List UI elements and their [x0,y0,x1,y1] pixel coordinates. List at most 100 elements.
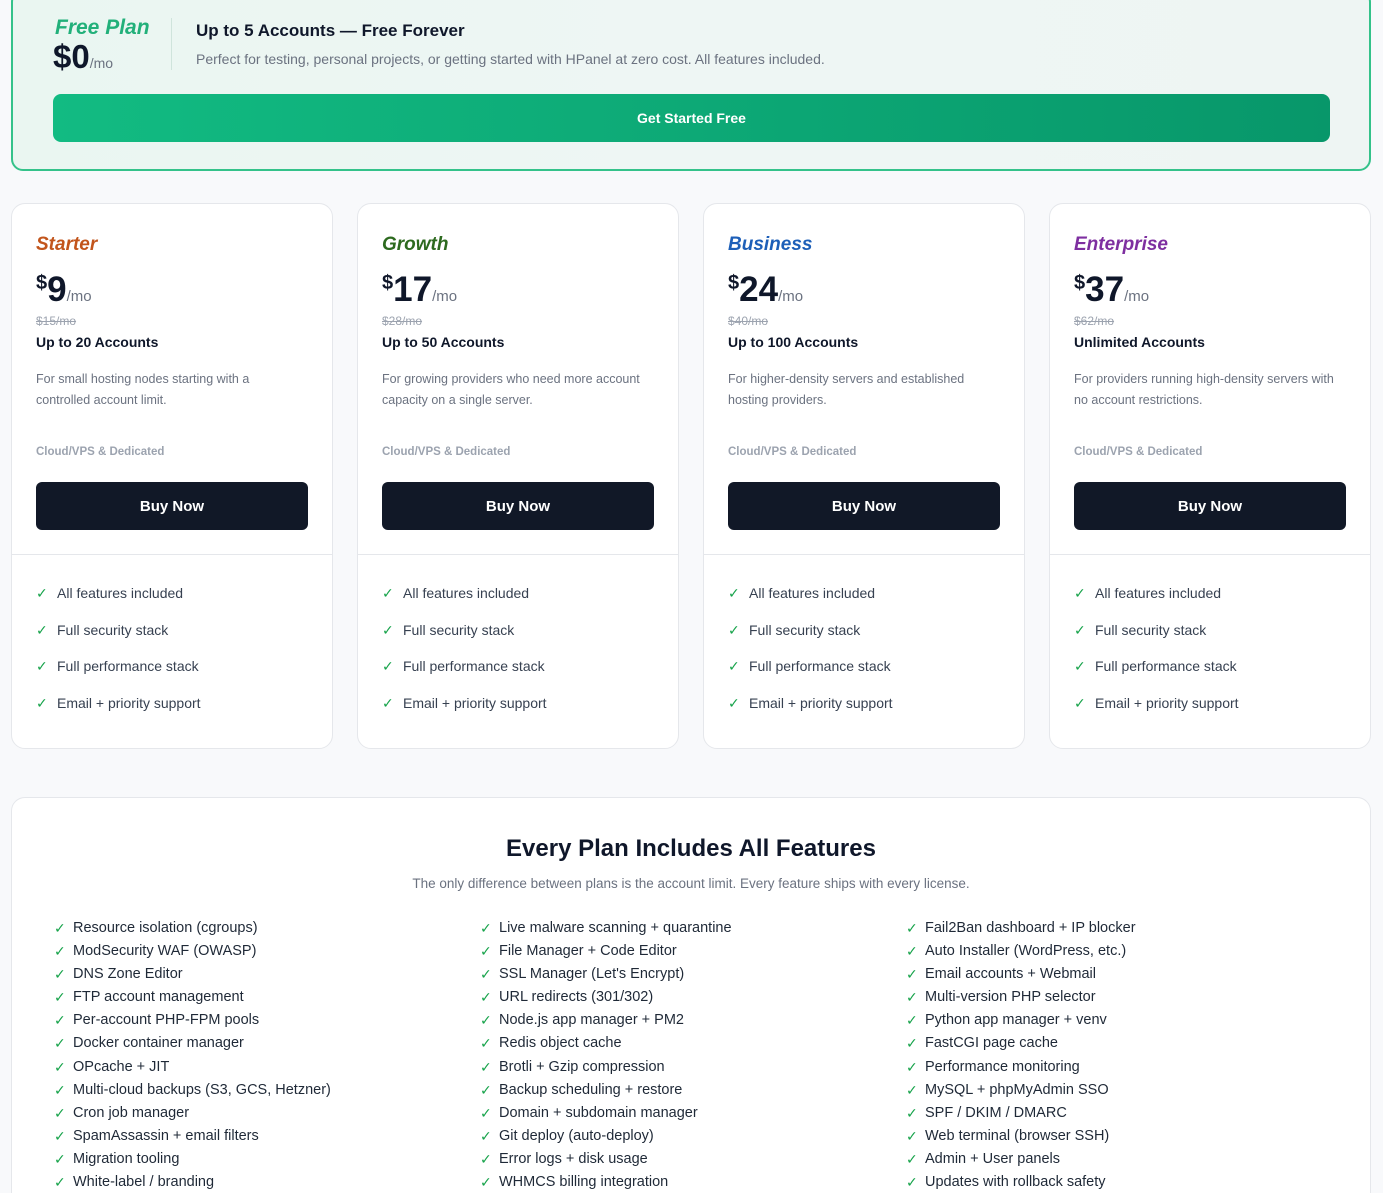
list-item: ✓ Full security stack [728,621,861,638]
check-icon: ✓ [480,966,492,983]
list-item: ✓ Full performance stack [728,658,891,674]
list-item: ✓ Auto Installer (WordPress, etc.) [906,943,1136,966]
feature-label: FTP account management [73,989,244,1006]
plan-feature-list: ✓ All features included ✓ Full security st… [36,585,201,731]
list-item: ✓ Multi-version PHP selector [906,989,1136,1012]
plan-description: For higher-density servers and establish… [728,372,965,407]
check-icon: ✓ [480,1127,492,1144]
plan-old-price: $15/mo [36,314,77,328]
plan-accounts: Up to 100 Accounts [728,334,859,350]
list-item: ✓ Full performance stack [382,658,545,674]
free-plan-title: Up to 5 Accounts — Free Forever [196,21,465,40]
check-icon: ✓ [728,585,740,601]
list-item: ✓ SSL Manager (Let's Encrypt) [480,966,732,989]
list-item: ✓ Error logs + disk usage [480,1151,732,1174]
feature-label: Per-account PHP-FPM pools [73,1012,260,1029]
plan-card-starter: Starter $9/mo $15/mo Up to 20 Accounts F… [11,203,333,749]
plan-name: Starter [36,234,98,255]
feature-label: SSL Manager (Let's Encrypt) [499,966,685,983]
check-icon: ✓ [480,1012,492,1029]
plan-price: $24/mo [728,270,804,309]
list-item: ✓ MySQL + phpMyAdmin SSO [906,1082,1136,1105]
plan-old-price: $40/mo [728,314,769,328]
feature-column-2: ✓ Live malware scanning + quarantine ✓ File… [480,920,732,1193]
check-icon: ✓ [382,621,394,638]
list-item: ✓ All features included [382,585,530,601]
list-item: ✓ FastCGI page cache [906,1035,1136,1058]
free-plan-card: Free Plan $0/mo Up to 5 Accounts — Free … [11,0,1371,171]
feature-label: Performance monitoring [925,1058,1080,1075]
plan-name: Enterprise [1074,234,1168,255]
plan-server-type: Cloud/VPS & Dedicated [728,446,857,458]
check-icon: ✓ [54,1058,66,1075]
list-item: ✓ FTP account management [54,989,331,1012]
check-icon: ✓ [1074,694,1086,711]
check-icon: ✓ [480,1035,492,1052]
list-item: ✓ Domain + subdomain manager [480,1105,732,1128]
feature-label: Fail2Ban dashboard + IP blocker [925,920,1136,936]
feature-label: Admin + User panels [925,1150,1060,1167]
check-icon: ✓ [480,1104,492,1121]
free-plan-divider [171,18,172,70]
feature-label: SpamAssassin + email filters [73,1127,259,1144]
feature-label: URL redirects (301/302) [499,989,654,1006]
list-item: ✓ Multi-cloud backups (S3, GCS, Hetzner) [54,1082,331,1105]
buy-now-button-enterprise[interactable]: Buy Now [1074,482,1346,530]
list-item: ✓ SpamAssassin + email filters [54,1128,331,1151]
list-item: ✓ OPcache + JIT [54,1059,331,1082]
plan-description: For providers running high-density serve… [1074,372,1334,407]
plan-accounts: Up to 20 Accounts [36,334,159,350]
buy-now-button-growth[interactable]: Buy Now [382,482,654,530]
check-icon: ✓ [1074,621,1086,638]
check-icon: ✓ [54,1150,66,1167]
list-item: ✓ Python app manager + venv [906,1012,1136,1035]
list-item: ✓ All features included [1074,585,1222,601]
list-item: ✓ Web terminal (browser SSH) [906,1128,1136,1151]
plan-old-price: $62/mo [1074,314,1115,328]
plan-description: For small hosting nodes starting with a … [36,372,250,407]
all-features-section: Every Plan Includes All Features The onl… [11,797,1371,1193]
buy-now-button-starter[interactable]: Buy Now [36,482,308,530]
feature-column-1: ✓ Resource isolation (cgroups) ✓ ModSecurit… [54,920,331,1193]
list-item: ✓ Docker container manager [54,1035,331,1058]
plan-old-price: $28/mo [382,314,423,328]
plan-price: $17/mo [382,270,458,309]
check-icon: ✓ [54,1081,66,1098]
plan-feature-list: ✓ All features included ✓ Full security st… [1074,585,1239,731]
list-item: ✓ Full security stack [1074,621,1207,638]
list-item: ✓ WHMCS billing integration [480,1174,732,1193]
check-icon: ✓ [906,920,918,936]
feature-label: Live malware scanning + quarantine [499,920,732,936]
list-item: ✓ Redis object cache [480,1035,732,1058]
list-item: ✓ All features included [36,585,184,601]
check-icon: ✓ [54,1174,66,1191]
list-item: ✓ Email accounts + Webmail [906,966,1136,989]
check-icon: ✓ [54,1104,66,1121]
divider [12,554,332,555]
plan-card-enterprise: Enterprise $37/mo $62/mo Unlimited Accou… [1049,203,1371,749]
feature-label: OPcache + JIT [73,1058,170,1075]
list-item: ✓ All features included [728,585,876,601]
check-icon: ✓ [480,1174,492,1191]
check-icon: ✓ [906,943,918,960]
check-icon: ✓ [906,989,918,1006]
feature-label: Migration tooling [73,1150,180,1167]
list-item: ✓ Email + priority support [36,694,201,711]
plan-price: $9/mo [36,270,92,309]
list-item: ✓ Full security stack [36,621,169,638]
feature-label: Web terminal (browser SSH) [925,1127,1110,1144]
feature-label: Backup scheduling + restore [499,1081,683,1098]
get-started-free-button[interactable]: Get Started Free [53,94,1330,142]
check-icon: ✓ [728,694,740,711]
buy-now-button-business[interactable]: Buy Now [728,482,1000,530]
check-icon: ✓ [906,1127,918,1144]
plan-server-type: Cloud/VPS & Dedicated [1074,446,1203,458]
check-icon: ✓ [906,966,918,983]
check-icon: ✓ [480,1081,492,1098]
feature-label: Domain + subdomain manager [499,1104,698,1121]
feature-label: FastCGI page cache [925,1035,1058,1052]
check-icon: ✓ [906,1058,918,1075]
list-item: ✓ Resource isolation (cgroups) [54,920,331,943]
feature-label: File Manager + Code Editor [499,943,677,960]
list-item: ✓ Backup scheduling + restore [480,1082,732,1105]
